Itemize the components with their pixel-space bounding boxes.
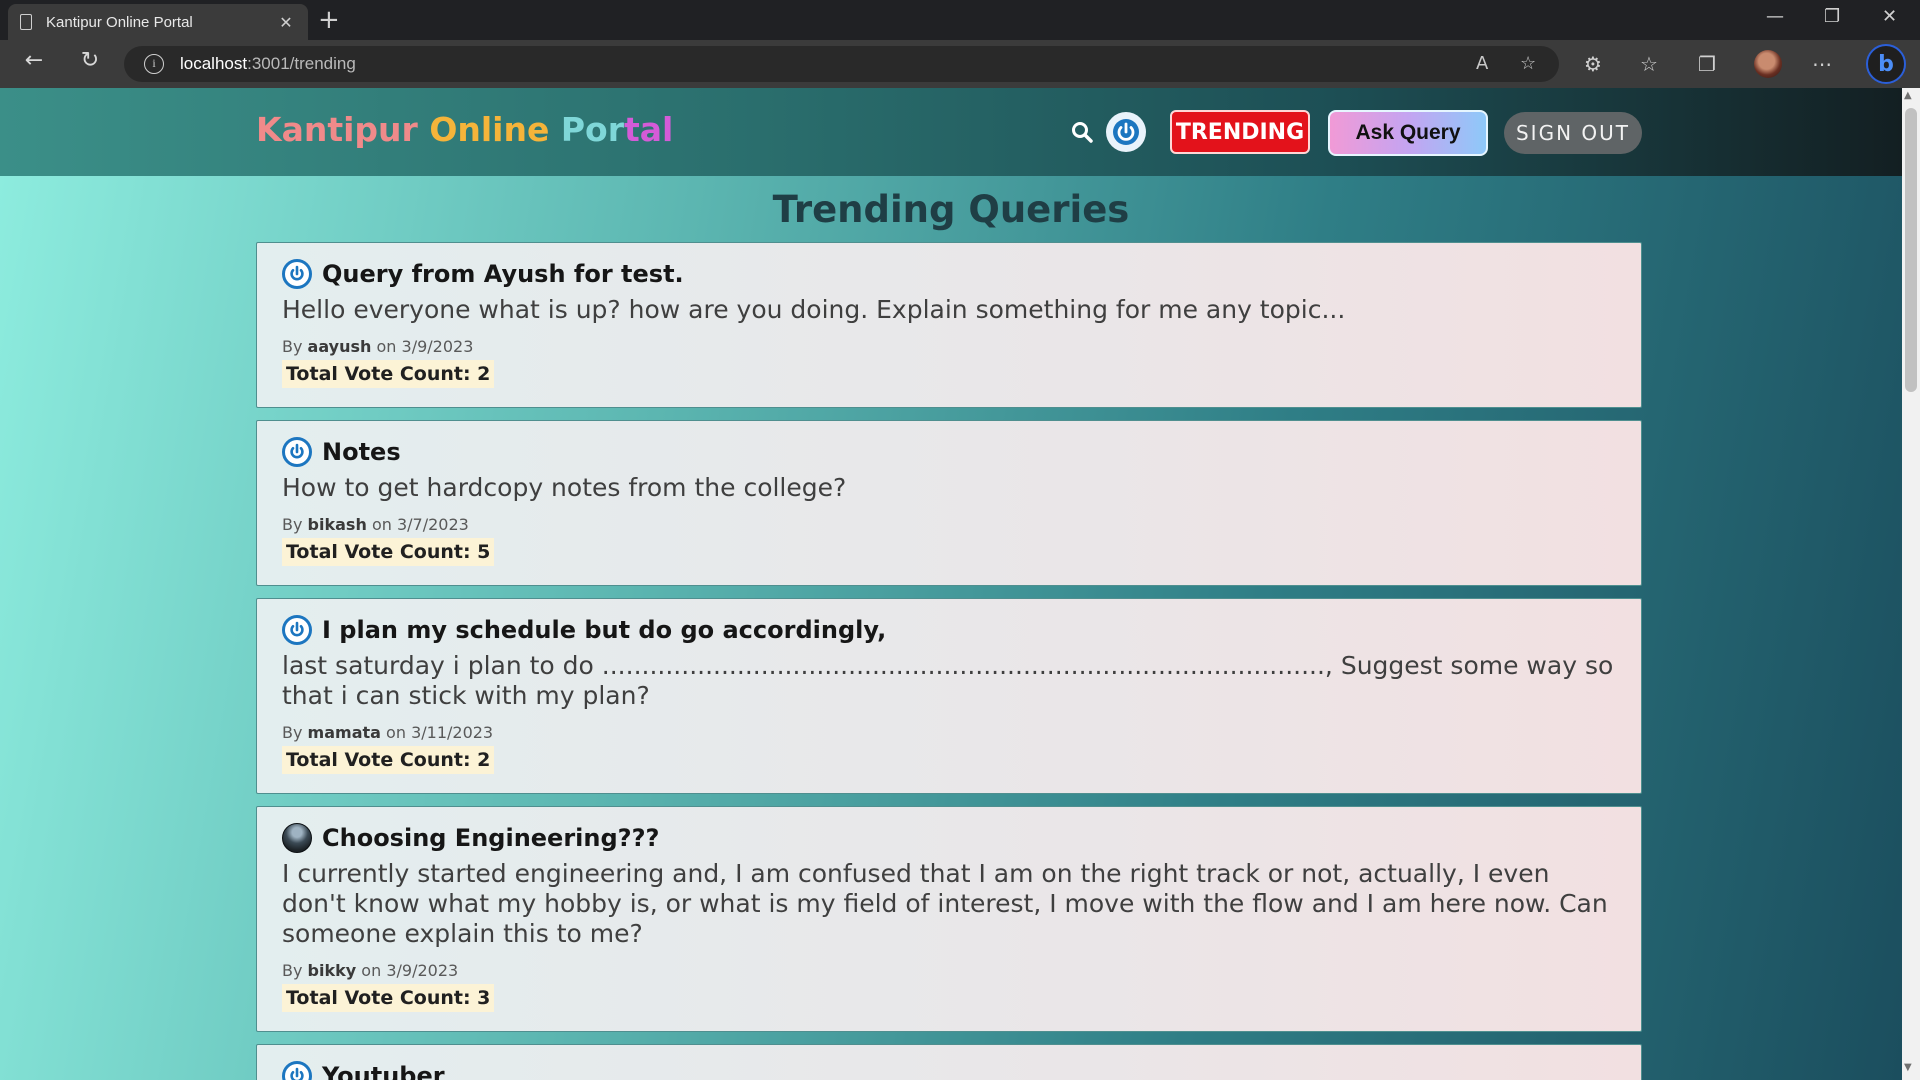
- query-body: How to get hardcopy notes from the colle…: [282, 473, 847, 502]
- query-author: bikky: [307, 961, 357, 980]
- profile-avatar[interactable]: [1754, 50, 1782, 78]
- vote-count: Total Vote Count: 2: [282, 360, 495, 388]
- power-icon: [282, 1061, 312, 1080]
- back-arrow-icon[interactable]: ←: [18, 48, 50, 73]
- on-label: on: [376, 337, 397, 356]
- brand-word-3b: tal: [624, 110, 674, 149]
- on-label: on: [371, 515, 392, 534]
- query-author: aayush: [307, 337, 372, 356]
- new-tab-icon[interactable]: +: [318, 6, 340, 34]
- minimize-icon[interactable]: —: [1766, 6, 1784, 27]
- collections-icon[interactable]: ❐: [1698, 52, 1716, 76]
- scroll-down-arrow-icon[interactable]: ▼: [1904, 1062, 1912, 1073]
- query-meta: By aayush on 3/9/2023: [282, 337, 1616, 356]
- query-card[interactable]: I plan my schedule but do go accordingly…: [256, 598, 1642, 794]
- vote-count: Total Vote Count: 2: [282, 746, 495, 774]
- query-title[interactable]: Youtuber: [322, 1062, 445, 1080]
- scroll-up-arrow-icon[interactable]: ▲: [1904, 90, 1912, 101]
- tab-title: Kantipur Online Portal: [46, 13, 193, 31]
- more-options-icon[interactable]: ⋯: [1812, 52, 1832, 76]
- read-aloud-icon[interactable]: A: [1476, 53, 1488, 74]
- query-card-header: Query from Ayush for test.: [282, 259, 1616, 289]
- user-photo-icon: [282, 823, 312, 853]
- document-icon: [20, 14, 32, 30]
- query-card-header: Youtuber: [282, 1061, 1616, 1080]
- query-body: last saturday i plan to do .............…: [282, 651, 1614, 710]
- query-meta: By mamata on 3/11/2023: [282, 723, 1616, 742]
- brand-word-1: Kantipur: [256, 110, 418, 149]
- power-icon: [282, 437, 312, 467]
- query-card[interactable]: Notes How to get hardcopy notes from the…: [256, 420, 1642, 586]
- query-date: 3/9/2023: [401, 337, 474, 356]
- on-label: on: [386, 723, 406, 742]
- address-bar[interactable]: i localhost:3001/trending A ☆: [124, 46, 1559, 82]
- browser-tab-bar: Kantipur Online Portal ✕ + — ❐ ✕: [0, 0, 1920, 40]
- query-date: 3/9/2023: [386, 961, 459, 980]
- vote-count: Total Vote Count: 3: [282, 984, 495, 1012]
- browser-tab[interactable]: Kantipur Online Portal ✕: [8, 4, 308, 40]
- by-label: By: [282, 723, 303, 742]
- browser-toolbar: ← ↻ i localhost:3001/trending A ☆ ⚙ ☆ ❐ …: [0, 40, 1920, 88]
- bing-copilot-icon[interactable]: b: [1866, 44, 1906, 84]
- by-label: By: [282, 515, 303, 534]
- query-card-header: Choosing Engineering???: [282, 823, 1616, 853]
- query-title[interactable]: I plan my schedule but do go accordingly…: [322, 616, 886, 644]
- by-label: By: [282, 961, 303, 980]
- query-body: I currently started engineering and, I a…: [282, 859, 1608, 948]
- ask-query-button[interactable]: Ask Query: [1328, 110, 1488, 156]
- query-card[interactable]: Choosing Engineering??? I currently star…: [256, 806, 1642, 1032]
- on-label: on: [361, 961, 382, 980]
- site-info-icon[interactable]: i: [144, 54, 164, 74]
- scrollbar-thumb[interactable]: [1905, 108, 1917, 392]
- query-author: mamata: [307, 723, 381, 742]
- vote-count: Total Vote Count: 5: [282, 538, 495, 566]
- site-header: Kantipur Online Portal TRENDING Ask Quer…: [0, 88, 1902, 176]
- search-icon[interactable]: [1070, 120, 1094, 144]
- favorites-icon[interactable]: ☆: [1640, 52, 1658, 76]
- sign-out-button[interactable]: SIGN OUT: [1504, 112, 1642, 154]
- brand-word-3a: Por: [560, 110, 624, 149]
- tab-close-icon[interactable]: ✕: [276, 13, 296, 32]
- query-meta: By bikash on 3/7/2023: [282, 515, 1616, 534]
- page-viewport: Kantipur Online Portal TRENDING Ask Quer…: [0, 88, 1902, 1080]
- extensions-icon[interactable]: ⚙: [1584, 52, 1602, 76]
- brand-word-2: Online: [429, 110, 550, 149]
- power-icon[interactable]: [1106, 112, 1146, 152]
- query-card-header: I plan my schedule but do go accordingly…: [282, 615, 1616, 645]
- query-title[interactable]: Notes: [322, 438, 401, 466]
- query-title[interactable]: Choosing Engineering???: [322, 824, 659, 852]
- site-brand[interactable]: Kantipur Online Portal: [256, 110, 673, 149]
- url-path: :3001/trending: [247, 54, 356, 73]
- trending-button[interactable]: TRENDING: [1170, 110, 1310, 154]
- power-icon: [282, 615, 312, 645]
- query-author: bikash: [307, 515, 367, 534]
- query-body: Hello everyone what is up? how are you d…: [282, 295, 1346, 324]
- add-favorite-icon[interactable]: ☆: [1520, 53, 1536, 74]
- query-meta: By bikky on 3/9/2023: [282, 961, 1616, 980]
- query-card[interactable]: Youtuber: [256, 1044, 1642, 1080]
- reload-icon[interactable]: ↻: [74, 48, 106, 73]
- close-window-icon[interactable]: ✕: [1882, 6, 1897, 27]
- query-title[interactable]: Query from Ayush for test.: [322, 260, 684, 288]
- query-date: 3/7/2023: [396, 515, 469, 534]
- url-host: localhost: [180, 54, 248, 73]
- query-card-header: Notes: [282, 437, 1616, 467]
- query-date: 3/11/2023: [411, 723, 494, 742]
- page-title: Trending Queries: [772, 188, 1130, 231]
- restore-icon[interactable]: ❐: [1824, 6, 1840, 27]
- by-label: By: [282, 337, 303, 356]
- power-icon: [282, 259, 312, 289]
- query-card[interactable]: Query from Ayush for test. Hello everyon…: [256, 242, 1642, 408]
